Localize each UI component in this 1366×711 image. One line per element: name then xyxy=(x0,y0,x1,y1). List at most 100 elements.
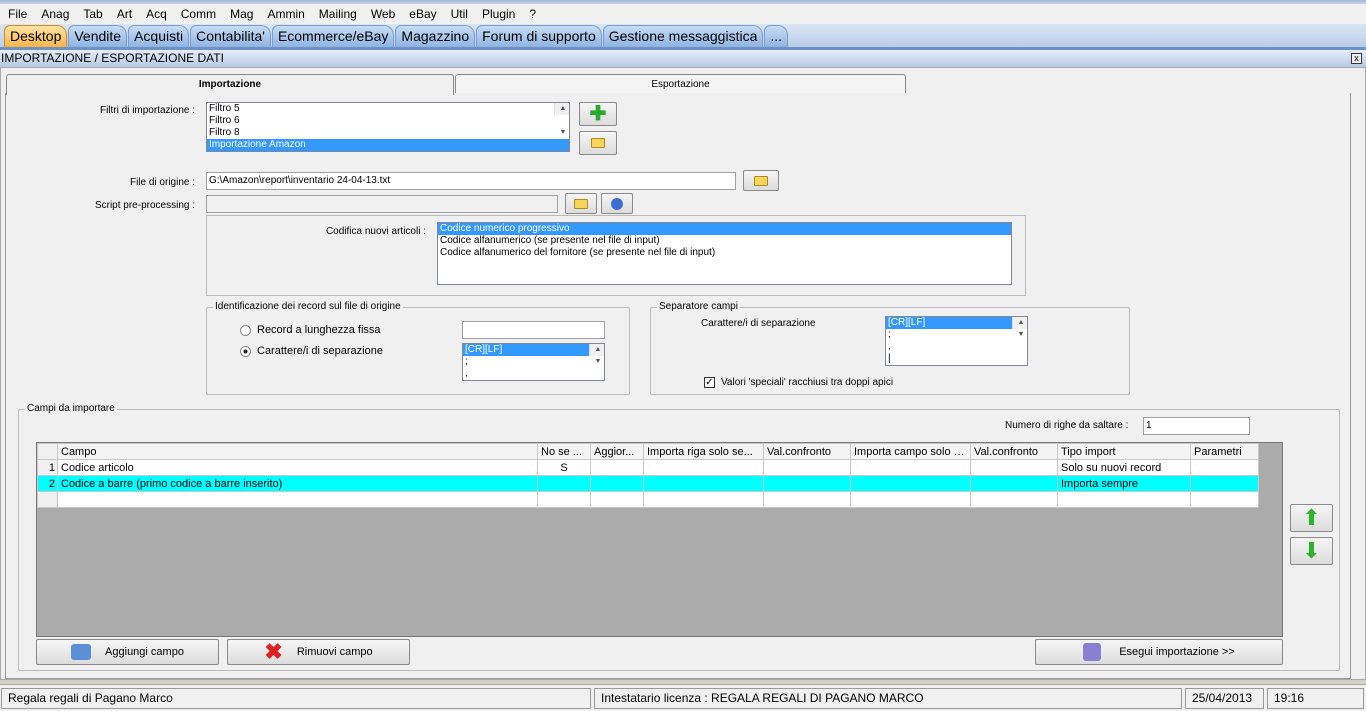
menu-item-12[interactable]: Plugin xyxy=(482,7,515,21)
move-down-button[interactable]: ⬇ xyxy=(1290,537,1333,565)
table-row[interactable]: 2 Codice a barre (primo codice a barre in… xyxy=(37,475,1259,492)
quotes-checkbox[interactable]: ✓ Valori 'speciali' racchiusi tra doppi a… xyxy=(704,377,893,388)
menu-item-11[interactable]: Util xyxy=(451,7,468,21)
table-row-empty[interactable] xyxy=(37,491,1259,508)
table-cell[interactable] xyxy=(590,491,644,508)
table-cell[interactable] xyxy=(850,491,971,508)
remove-field-button[interactable]: ✖ Rimuovi campo xyxy=(227,639,410,665)
open-filter-button[interactable] xyxy=(579,131,617,155)
radio-separator[interactable]: Carattere/i di separazione xyxy=(240,345,383,357)
menu-item-7[interactable]: Ammin xyxy=(267,7,304,21)
filters-list[interactable]: Filtro 5 Filtro 6 Filtro 8 Importazione Ama… xyxy=(206,102,570,152)
list-item[interactable]: Filtro 8 xyxy=(207,127,569,139)
menu-item-3[interactable]: Art xyxy=(117,7,132,21)
add-filter-button[interactable]: ✚ xyxy=(579,102,617,126)
list-item[interactable]: [CR][LF] xyxy=(463,344,604,356)
list-item[interactable]: ; xyxy=(463,356,604,368)
table-cell[interactable] xyxy=(850,475,971,492)
fixed-length-input[interactable] xyxy=(462,321,605,339)
list-item[interactable]: Importazione Amazon xyxy=(207,139,569,151)
run-import-button[interactable]: Esegui importazione >> xyxy=(1035,639,1283,665)
app-tab-6[interactable]: Forum di supporto xyxy=(476,25,602,47)
app-tab-7[interactable]: Gestione messaggistica xyxy=(602,25,764,47)
column-header[interactable]: Importa riga solo se... xyxy=(643,443,764,460)
table-cell[interactable] xyxy=(970,491,1058,508)
help-button[interactable] xyxy=(601,193,633,214)
script-input[interactable] xyxy=(206,195,558,213)
tab-importazione[interactable]: Importazione xyxy=(6,74,454,95)
app-tab-2[interactable]: Acquisti xyxy=(128,25,190,47)
browse-script-button[interactable] xyxy=(565,193,597,214)
scrollbar[interactable]: ▲ ▼ xyxy=(1012,317,1027,338)
table-cell[interactable] xyxy=(57,491,538,508)
table-cell[interactable] xyxy=(1190,491,1259,508)
column-header[interactable]: Importa campo solo s... xyxy=(850,443,971,460)
field-separator-list[interactable]: [CR][LF];, | ▲ ▼ xyxy=(885,316,1028,366)
table-cell[interactable]: Codice articolo xyxy=(57,459,538,476)
app-tab-1[interactable]: Vendite xyxy=(68,25,128,47)
move-up-button[interactable]: ⬆ xyxy=(1290,504,1333,532)
app-tab-5[interactable]: Magazzino xyxy=(395,25,476,47)
list-item[interactable]: Codice numerico progressivo xyxy=(438,223,1011,235)
table-cell[interactable] xyxy=(850,459,971,476)
list-item[interactable]: , xyxy=(463,368,604,380)
table-cell[interactable] xyxy=(970,459,1058,476)
list-item[interactable]: Filtro 5 xyxy=(207,103,569,115)
table-cell[interactable] xyxy=(763,475,851,492)
list-item[interactable]: | xyxy=(886,353,1027,365)
codifica-list[interactable]: Codice numerico progressivo Codice alfanu… xyxy=(437,222,1012,285)
list-item[interactable]: [CR][LF] xyxy=(886,317,1027,329)
table-cell[interactable] xyxy=(537,491,591,508)
table-cell[interactable] xyxy=(1190,475,1259,492)
source-file-input[interactable]: G:\Amazon\report\inventario 24-04-13.txt xyxy=(206,172,736,190)
column-header[interactable]: Parametri xyxy=(1190,443,1259,460)
skip-rows-input[interactable]: 1 xyxy=(1143,417,1250,435)
app-tab-8[interactable]: ... xyxy=(764,25,789,47)
table-cell[interactable]: Importa sempre xyxy=(1057,475,1191,492)
list-item[interactable]: ; xyxy=(886,329,1027,341)
table-cell[interactable] xyxy=(763,491,851,508)
table-cell[interactable]: S xyxy=(537,459,591,476)
column-header[interactable]: Tipo import xyxy=(1057,443,1191,460)
app-tab-3[interactable]: Contabilita' xyxy=(190,25,271,47)
column-header[interactable]: Val.confronto xyxy=(970,443,1058,460)
column-header[interactable]: Val.confronto xyxy=(763,443,851,460)
table-cell[interactable] xyxy=(590,475,644,492)
scrollbar[interactable]: ▲ ▼ xyxy=(554,103,569,136)
menu-item-1[interactable]: Anag xyxy=(41,7,69,21)
table-cell[interactable] xyxy=(763,459,851,476)
table-cell[interactable] xyxy=(643,475,764,492)
browse-file-button[interactable] xyxy=(743,170,779,191)
menu-item-5[interactable]: Comm xyxy=(181,7,216,21)
tab-esportazione[interactable]: Esportazione xyxy=(455,74,906,94)
scrollbar[interactable]: ▲ ▼ xyxy=(589,344,604,365)
table-cell[interactable] xyxy=(970,475,1058,492)
record-separator-list[interactable]: [CR][LF];, ▲ ▼ xyxy=(462,343,605,381)
menu-item-9[interactable]: Web xyxy=(371,7,395,21)
menu-item-2[interactable]: Tab xyxy=(83,7,102,21)
close-icon[interactable]: x xyxy=(1351,53,1362,64)
table-cell[interactable]: Solo su nuovi record xyxy=(1057,459,1191,476)
menu-item-4[interactable]: Acq xyxy=(146,7,167,21)
radio-fixed[interactable]: Record a lunghezza fissa xyxy=(240,324,381,336)
table-cell[interactable] xyxy=(643,491,764,508)
table-cell[interactable]: Codice a barre (primo codice a barre ins… xyxy=(57,475,538,492)
menu-item-0[interactable]: File xyxy=(8,7,27,21)
app-tab-4[interactable]: Ecommerce/eBay xyxy=(271,25,395,47)
table-cell[interactable] xyxy=(643,459,764,476)
table-cell[interactable] xyxy=(537,475,591,492)
list-item[interactable]: Codice alfanumerico del fornitore (se pr… xyxy=(438,247,1011,259)
list-item[interactable]: , xyxy=(886,341,1027,353)
list-item[interactable]: Filtro 6 xyxy=(207,115,569,127)
menu-item-13[interactable]: ? xyxy=(529,7,536,21)
menu-item-8[interactable]: Mailing xyxy=(319,7,357,21)
column-header[interactable]: Aggior... xyxy=(590,443,644,460)
table-cell[interactable] xyxy=(1190,459,1259,476)
add-field-button[interactable]: Aggiungi campo xyxy=(36,639,219,665)
column-header[interactable]: No se ... xyxy=(537,443,591,460)
table-cell[interactable] xyxy=(590,459,644,476)
menu-item-10[interactable]: eBay xyxy=(409,7,436,21)
list-item[interactable]: Codice alfanumerico (se presente nel fil… xyxy=(438,235,1011,247)
table-cell[interactable] xyxy=(1057,491,1191,508)
app-tab-0[interactable]: Desktop xyxy=(4,25,68,47)
